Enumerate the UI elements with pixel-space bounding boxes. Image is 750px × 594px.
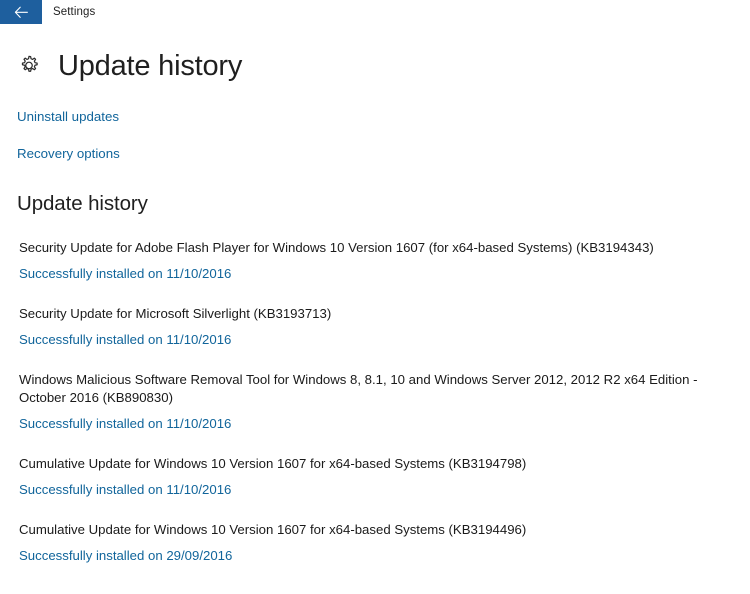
- uninstall-updates-link[interactable]: Uninstall updates: [17, 110, 119, 124]
- back-arrow-icon: [14, 6, 29, 19]
- update-title: Security Update for Adobe Flash Player f…: [19, 240, 654, 256]
- update-title: Windows Malicious Software Removal Tool …: [19, 371, 698, 405]
- gear-icon: [16, 53, 42, 79]
- update-status[interactable]: Successfully installed on 11/10/2016: [19, 415, 231, 433]
- action-links: Uninstall updates Recovery options: [0, 110, 750, 161]
- update-status[interactable]: Successfully installed on 11/10/2016: [19, 265, 231, 283]
- page-header: Update history: [0, 24, 750, 88]
- app-name-label: Settings: [53, 6, 96, 18]
- title-bar: Settings: [0, 0, 750, 24]
- update-status[interactable]: Successfully installed on 11/10/2016: [19, 481, 231, 499]
- list-item: Cumulative Update for Windows 10 Version…: [19, 455, 736, 499]
- update-history-list: Security Update for Adobe Flash Player f…: [0, 239, 750, 564]
- back-button[interactable]: [0, 0, 42, 24]
- update-status[interactable]: Successfully installed on 11/10/2016: [19, 331, 231, 349]
- update-status[interactable]: Successfully installed on 29/09/2016: [19, 547, 232, 565]
- list-item: Security Update for Microsoft Silverligh…: [19, 305, 736, 349]
- list-item: Cumulative Update for Windows 10 Version…: [19, 521, 736, 565]
- update-title: Cumulative Update for Windows 10 Version…: [19, 521, 527, 537]
- update-title: Security Update for Microsoft Silverligh…: [19, 306, 332, 321]
- recovery-options-link[interactable]: Recovery options: [17, 147, 120, 161]
- update-history-heading: Update history: [17, 191, 148, 215]
- update-title: Cumulative Update for Windows 10 Version…: [19, 455, 527, 471]
- page-title: Update history: [58, 49, 243, 82]
- list-item: Windows Malicious Software Removal Tool …: [19, 371, 736, 433]
- list-item: Security Update for Adobe Flash Player f…: [19, 239, 736, 283]
